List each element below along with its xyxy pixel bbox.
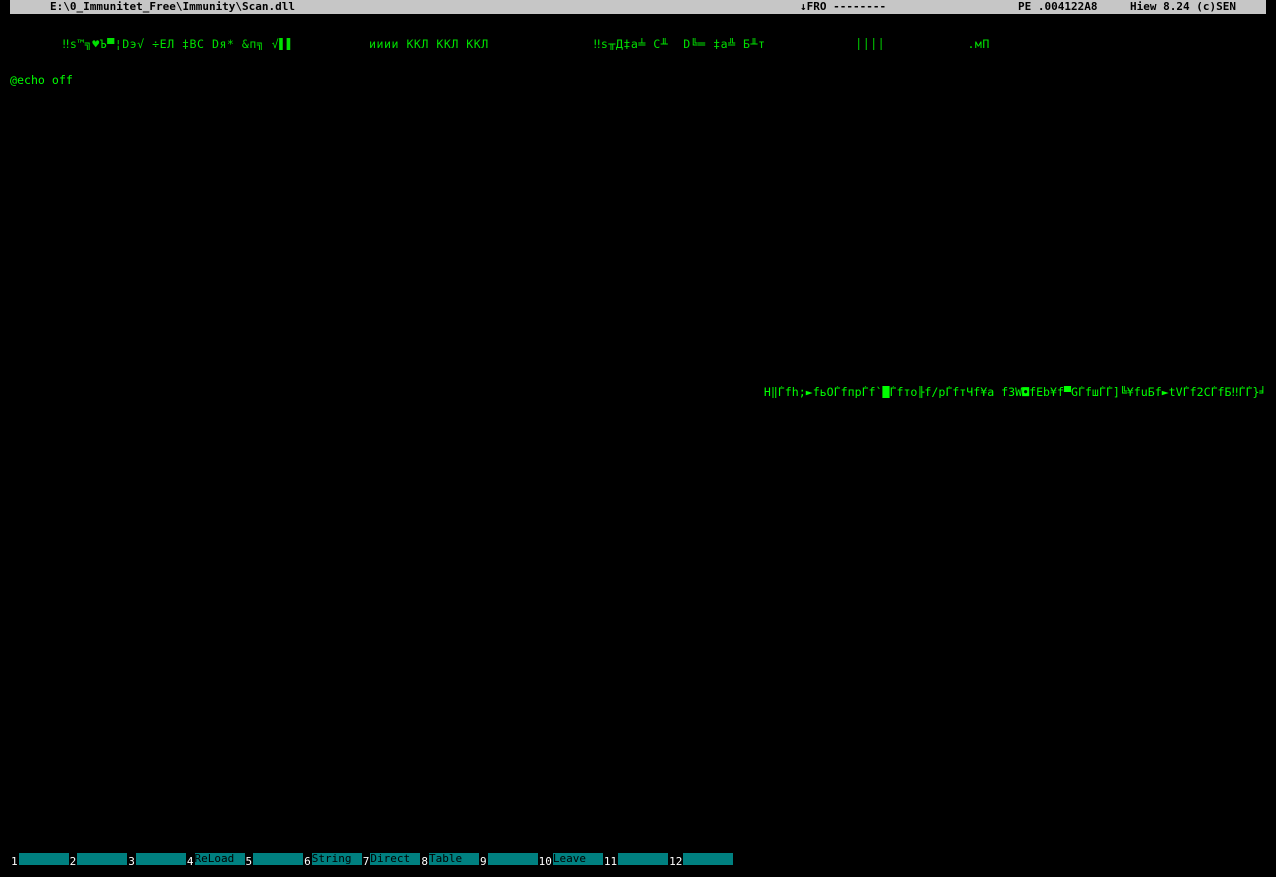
function-key-label: String [311, 853, 362, 865]
scrollbar[interactable] [1266, 14, 1276, 853]
empty-area [10, 110, 1266, 362]
function-key-label [135, 853, 186, 865]
function-key-f9[interactable]: 9 [479, 853, 538, 865]
title-bar: E:\0_Immunitet_Free\Immunity\Scan.dll ↓F… [10, 0, 1266, 14]
function-key-label [487, 853, 538, 865]
function-key-f11[interactable]: 11 [602, 853, 669, 865]
file-path: E:\0_Immunitet_Free\Immunity\Scan.dll [50, 0, 296, 13]
binary-line: ‼s™╗♥Ъ▀¦Dэ√ ÷ЕЛ ‡ВС Dя* &п╗ √▌▌ ииии ККЛ… [10, 38, 990, 50]
function-key-label: ReLoad [194, 853, 245, 865]
function-key-number: 3 [127, 855, 136, 865]
function-key-number: 4 [185, 855, 195, 865]
script-text-block: @echo offsetlocal enabledelayedexpansion… [10, 74, 1266, 86]
function-key-number: 12 [668, 855, 684, 865]
view-mode: ↓FRO -------- [800, 0, 887, 13]
function-key-f1[interactable]: 1 [10, 853, 69, 865]
function-key-f7[interactable]: 7Direct [361, 853, 421, 865]
function-key-label: Direct [370, 853, 421, 865]
function-key-bar: 1 2 3 4ReLoad 5 6String 7Direct 8Table 9 10Leave 1… [10, 853, 1266, 865]
function-key-number: 8 [420, 855, 429, 865]
function-key-label [18, 853, 69, 865]
function-key-label [683, 853, 734, 865]
function-key-f3[interactable]: 3 [127, 853, 186, 865]
function-key-f4[interactable]: 4ReLoad [185, 853, 245, 865]
function-key-label: Table [429, 853, 479, 865]
function-key-number: 6 [303, 855, 312, 865]
function-key-number: 11 [602, 855, 619, 865]
function-key-f2[interactable]: 2 [68, 853, 128, 865]
hiew-window: E:\0_Immunitet_Free\Immunity\Scan.dll ↓F… [0, 0, 1276, 877]
binary-header-block: ‼s™╗♥Ъ▀¦Dэ√ ÷ЕЛ ‡ВС Dя* &п╗ √▌▌ ииии ККЛ… [10, 38, 1266, 50]
text-view[interactable]: ‼s™╗♥Ъ▀¦Dэ√ ÷ЕЛ ‡ВС Dя* &п╗ √▌▌ ииии ККЛ… [10, 14, 1266, 853]
function-key-f10[interactable]: 10Leave [537, 853, 603, 865]
function-key-f5[interactable]: 5 [244, 853, 304, 865]
function-key-label [618, 853, 669, 865]
function-key-number: 7 [361, 855, 371, 865]
script-line: @echo off [10, 74, 73, 86]
version-label: Hiew 8.24 (c)SEN [1130, 0, 1236, 13]
function-key-number: 10 [537, 855, 553, 865]
function-key-label: Leave [552, 853, 603, 865]
function-key-number: 9 [479, 855, 488, 865]
binary-line: Н‖Ѓfh;►fьОЃfпрЃf`█Ѓfто╟f/рЃfтЧf¥a f3W◘fЕ… [10, 386, 1266, 398]
function-key-label [253, 853, 304, 865]
function-key-number: 1 [10, 855, 19, 865]
offset-readout: PE .004122A8 [1018, 0, 1098, 13]
function-key-f12[interactable]: 12 [668, 853, 734, 865]
function-key-f8[interactable]: 8Table [420, 853, 479, 865]
function-key-number: 5 [244, 855, 254, 865]
function-key-label [77, 853, 128, 865]
binary-data-block: Н‖Ѓfh;►fьОЃfпрЃf`█Ѓfто╟f/рЃfтЧf¥a f3W◘fЕ… [10, 386, 1266, 398]
function-key-f6[interactable]: 6String [303, 853, 362, 865]
function-key-number: 2 [68, 855, 78, 865]
